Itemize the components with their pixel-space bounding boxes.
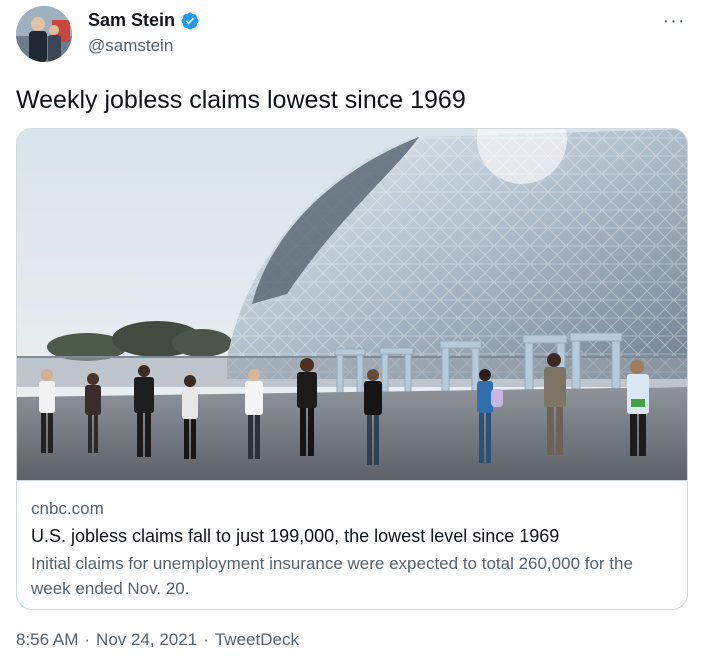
tweet-meta: 8:56 AM · Nov 24, 2021 · TweetDeck <box>16 630 299 650</box>
meta-separator: · <box>84 630 91 649</box>
tweet-source[interactable]: TweetDeck <box>215 630 299 650</box>
card-description: Initial claims for unemployment insuranc… <box>31 554 633 598</box>
author-name-row[interactable]: Sam Stein <box>88 10 200 31</box>
avatar-photo <box>16 6 72 62</box>
tweet: Sam Stein @samstein ··· Weekly jobless c… <box>0 0 708 664</box>
link-card[interactable]: cnbc.com U.S. jobless claims fall to jus… <box>16 128 688 610</box>
card-title: U.S. jobless claims fall to just 199,000… <box>31 526 560 546</box>
stadium-queue-photo <box>17 129 687 480</box>
author-handle[interactable]: @samstein <box>88 36 173 56</box>
verified-badge-icon <box>181 11 199 30</box>
card-domain: cnbc.com <box>31 499 104 518</box>
more-options-icon[interactable]: ··· <box>660 10 688 32</box>
card-image[interactable] <box>17 129 687 481</box>
meta-separator: · <box>203 630 209 649</box>
avatar[interactable] <box>16 6 72 62</box>
tweet-time[interactable]: 8:56 AM <box>16 630 78 650</box>
tweet-text: Weekly jobless claims lowest since 1969 <box>16 86 466 114</box>
author-display-name[interactable]: Sam Stein <box>88 10 175 31</box>
tweet-date[interactable]: Nov 24, 2021 <box>96 630 197 650</box>
